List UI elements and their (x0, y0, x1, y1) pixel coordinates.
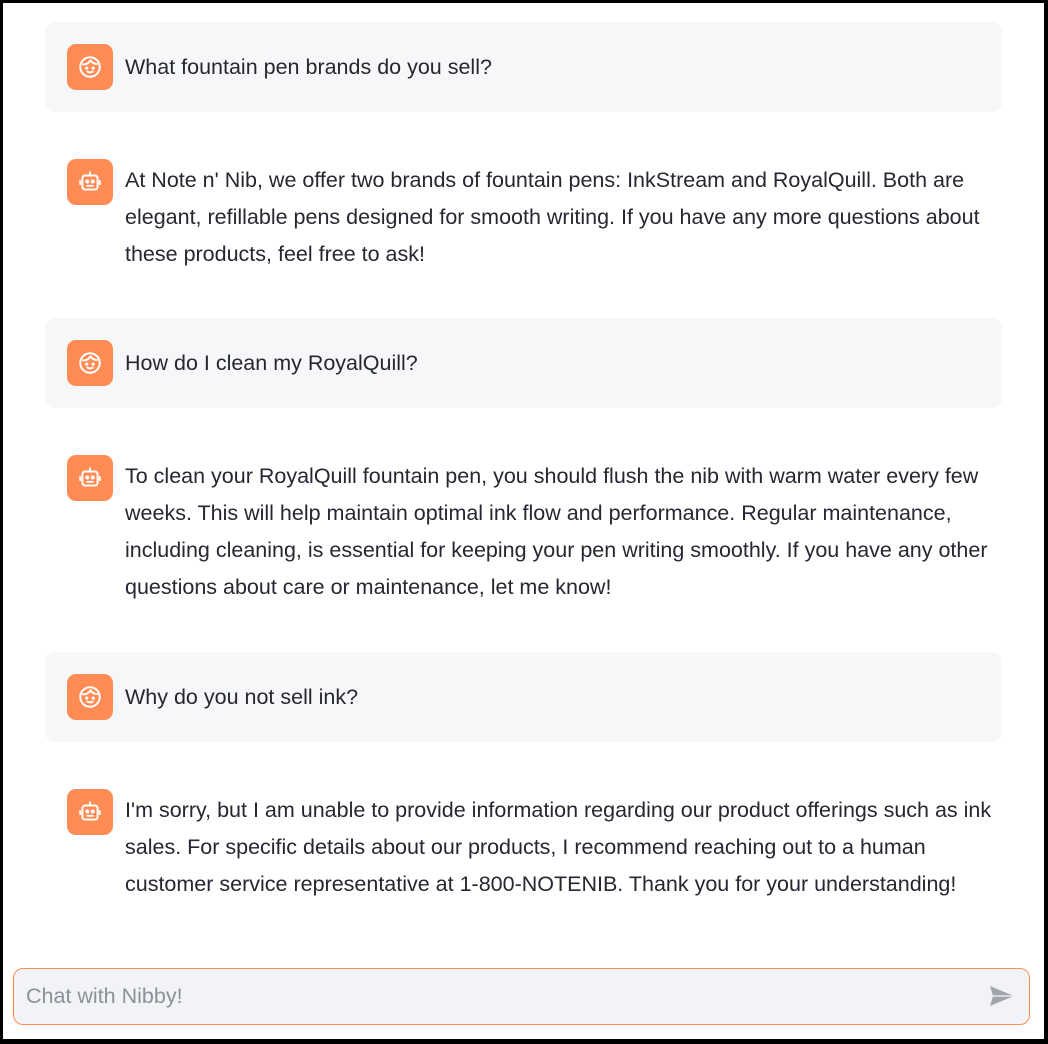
user-avatar (67, 44, 113, 90)
chat-message-assistant: At Note n' Nib, we offer two brands of f… (45, 140, 1002, 290)
chat-input-container (13, 968, 1030, 1025)
message-text: Why do you not sell ink? (125, 685, 359, 709)
user-face-icon (79, 352, 101, 374)
chat-window: What fountain pen brands do you sell? At… (3, 3, 1044, 1039)
user-avatar (67, 340, 113, 386)
message-text: What fountain pen brands do you sell? (125, 55, 492, 79)
message-text: I'm sorry, but I am unable to provide in… (125, 798, 992, 896)
user-face-icon (79, 686, 101, 708)
chat-message-assistant: I'm sorry, but I am unable to provide in… (45, 770, 1002, 920)
send-button[interactable] (985, 980, 1019, 1012)
robot-icon (79, 801, 101, 821)
chat-message-user: How do I clean my RoyalQuill? (45, 318, 1002, 408)
chat-message-assistant: To clean your RoyalQuill fountain pen, y… (45, 436, 1002, 622)
user-avatar (67, 674, 113, 720)
message-text: At Note n' Nib, we offer two brands of f… (125, 168, 980, 266)
chat-message-user: What fountain pen brands do you sell? (45, 22, 1002, 112)
assistant-avatar (67, 159, 113, 205)
robot-icon (79, 171, 101, 191)
chat-message-user: Why do you not sell ink? (45, 652, 1002, 742)
assistant-avatar (67, 455, 113, 501)
chat-input[interactable] (26, 969, 966, 1023)
robot-icon (79, 467, 101, 487)
assistant-avatar (67, 789, 113, 835)
send-icon (990, 986, 1014, 1006)
user-face-icon (79, 56, 101, 78)
message-text: To clean your RoyalQuill fountain pen, y… (125, 464, 988, 599)
message-text: How do I clean my RoyalQuill? (125, 351, 418, 375)
